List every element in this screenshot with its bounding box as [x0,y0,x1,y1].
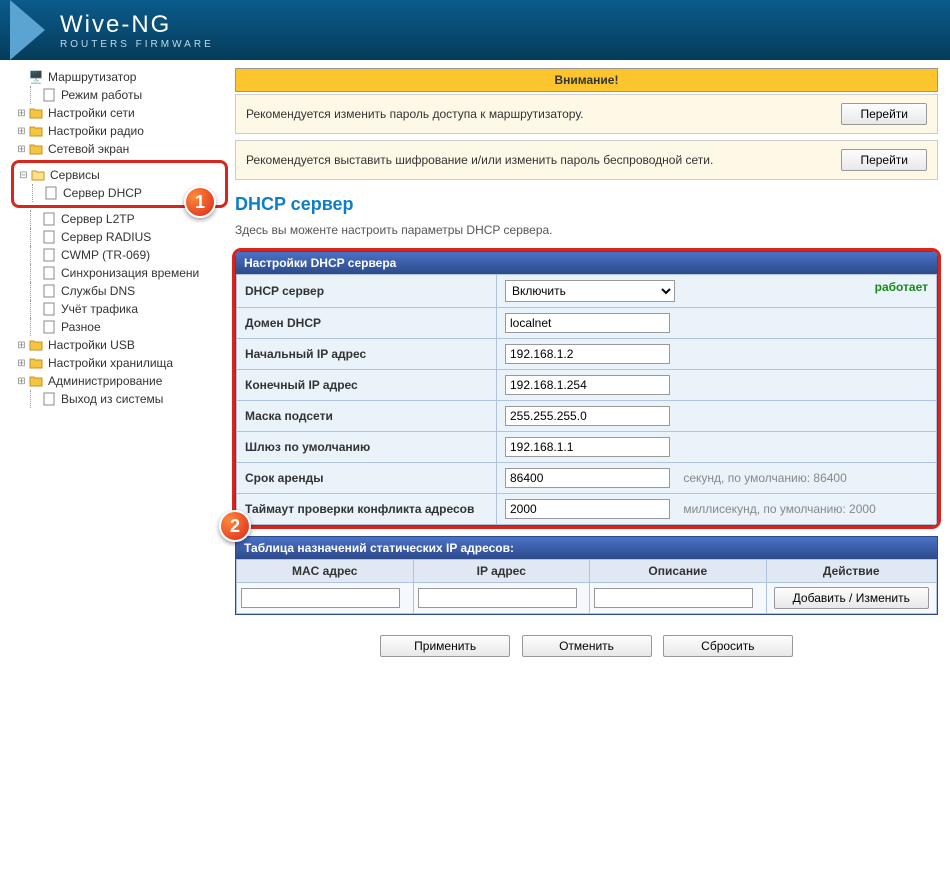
nav-admin[interactable]: ⊞Администрирование [15,372,210,390]
folder-icon [28,124,44,138]
nav-svc-misc[interactable]: Разное [30,318,210,336]
col-mac: MAC адрес [237,560,414,583]
router-icon: 🖥️ [28,70,44,84]
nav-opmode[interactable]: Режим работы [30,86,210,104]
alert-password: Рекомендуется изменить пароль доступа к … [235,94,938,134]
page-icon [41,212,57,226]
gateway-input[interactable] [505,437,670,457]
nav-services[interactable]: ⊟Сервисы [17,166,195,184]
nav-router[interactable]: 🖥️Маршрутизатор [15,68,210,86]
header: Wive-NG ROUTERS FIRMWARE [0,0,950,60]
folder-icon [28,356,44,370]
folder-icon [28,338,44,352]
col-desc: Описание [590,560,767,583]
nav-svc-cwmp[interactable]: CWMP (TR-069) [30,246,210,264]
logo-icon [10,0,45,60]
action-buttons: Применить Отменить Сбросить [235,625,938,667]
label-dhcp-server: DHCP сервер [237,275,497,308]
page-icon [41,284,57,298]
end-ip-input[interactable] [505,375,670,395]
add-edit-button[interactable]: Добавить / Изменить [774,587,929,609]
cancel-button[interactable]: Отменить [522,635,652,657]
page-icon [41,230,57,244]
page-icon [41,320,57,334]
conflict-hint: миллисекунд, по умолчанию: 2000 [683,502,875,516]
static-mac-input[interactable] [241,588,400,608]
folder-icon [28,142,44,156]
start-ip-input[interactable] [505,344,670,364]
conflict-input[interactable] [505,499,670,519]
alert-wifi-text: Рекомендуется выставить шифрование и/или… [246,153,713,167]
alert-wifi: Рекомендуется выставить шифрование и/или… [235,140,938,180]
dhcp-server-select[interactable]: Включить [505,280,675,302]
nav-logout[interactable]: Выход из системы [30,390,210,408]
label-gateway: Шлюз по умолчанию [237,432,497,463]
dhcp-panel-header: Настройки DHCP сервера [236,252,937,274]
nav-svc-traffic[interactable]: Учёт трафика [30,300,210,318]
domain-input[interactable] [505,313,670,333]
col-action: Действие [766,560,937,583]
nav-svc-ntp[interactable]: Синхронизация времени [30,264,210,282]
page-icon [41,88,57,102]
page-title: DHCP сервер [235,194,938,215]
page-description: Здесь вы моженте настроить параметры DHC… [235,223,938,237]
nav-radio[interactable]: ⊞Настройки радио [15,122,210,140]
alert-wifi-go-button[interactable]: Перейти [841,149,927,171]
page-icon [41,266,57,280]
main-content: Внимание! Рекомендуется изменить пароль … [215,68,950,667]
static-desc-input[interactable] [594,588,753,608]
col-ip: IP адрес [413,560,590,583]
nav-svc-dns[interactable]: Службы DNS [30,282,210,300]
nav-usb[interactable]: ⊞Настройки USB [15,336,210,354]
lease-hint: секунд, по умолчанию: 86400 [683,471,846,485]
nav-svc-l2tp[interactable]: Сервер L2TP [30,210,210,228]
sidebar: 🖥️Маршрутизатор Режим работы ⊞Настройки … [0,68,215,667]
apply-button[interactable]: Применить [380,635,510,657]
callout-marker-1: 1 [184,186,216,218]
label-conflict: Таймаут проверки конфликта адресов [237,494,497,525]
page-icon [41,302,57,316]
brand-tagline: ROUTERS FIRMWARE [60,39,214,50]
nav-network[interactable]: ⊞Настройки сети [15,104,210,122]
nav-svc-dhcp[interactable]: Сервер DHCP [32,184,195,202]
static-ip-panel: Таблица назначений статических IP адресо… [235,536,938,615]
brand-name: Wive-NG [60,11,214,39]
static-panel-header: Таблица назначений статических IP адресо… [236,537,937,559]
nav-storage[interactable]: ⊞Настройки хранилища [15,354,210,372]
nav-firewall[interactable]: ⊞Сетевой экран [15,140,210,158]
page-icon [43,186,59,200]
folder-icon [28,106,44,120]
label-lease: Срок аренды [237,463,497,494]
reset-button[interactable]: Сбросить [663,635,793,657]
static-ip-input[interactable] [418,588,577,608]
dhcp-settings-panel: Настройки DHCP сервера DHCP сервер Включ… [235,251,938,526]
page-icon [41,248,57,262]
lease-input[interactable] [505,468,670,488]
label-start-ip: Начальный IP адрес [237,339,497,370]
label-end-ip: Конечный IP адрес [237,370,497,401]
callout-marker-2: 2 [219,510,251,542]
dhcp-status: работает [875,280,928,294]
label-mask: Маска подсети [237,401,497,432]
alert-password-text: Рекомендуется изменить пароль доступа к … [246,107,583,121]
folder-icon [28,374,44,388]
alert-title: Внимание! [235,68,938,92]
folder-open-icon [30,168,46,182]
page-icon [41,392,57,406]
nav-svc-radius[interactable]: Сервер RADIUS [30,228,210,246]
mask-input[interactable] [505,406,670,426]
label-domain: Домен DHCP [237,308,497,339]
alert-password-go-button[interactable]: Перейти [841,103,927,125]
